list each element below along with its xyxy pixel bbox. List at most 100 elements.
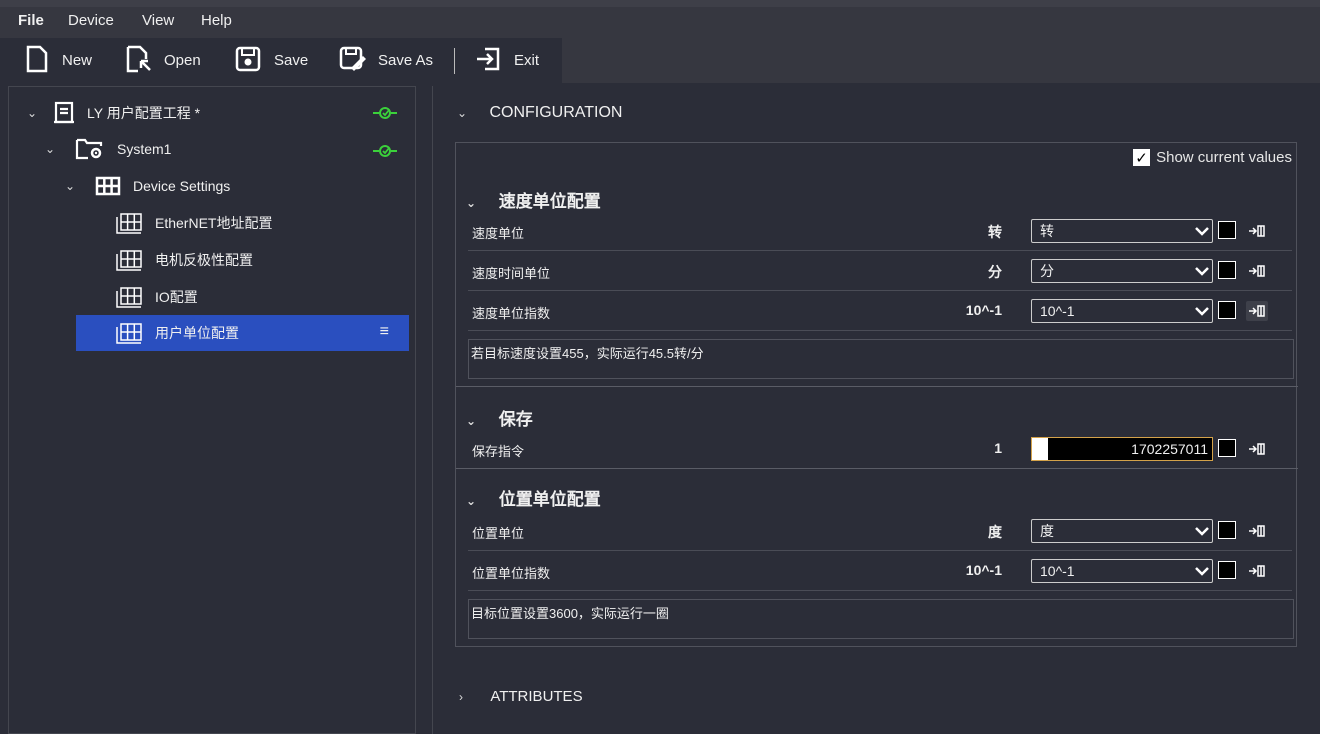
open-file-icon (124, 45, 164, 77)
new-file-icon (24, 45, 62, 77)
param-select[interactable]: 度 (1031, 519, 1213, 543)
write-to-device-icon[interactable] (1246, 261, 1268, 281)
write-to-device-icon[interactable] (1246, 301, 1268, 321)
show-current-values-toggle[interactable]: ✓ Show current values (1133, 149, 1292, 167)
param-row: 速度时间单位 分 分 (468, 251, 1292, 291)
new-button[interactable]: New (24, 38, 92, 83)
title-strip (0, 0, 1320, 7)
param-select-value: 分 (1040, 263, 1054, 279)
chevron-down-icon[interactable]: ⌄ (466, 196, 480, 210)
group-description: 若目标速度设置455，实际运行45.5转/分 (468, 339, 1294, 379)
tree-item-motor-polarity[interactable]: 电机反极性配置 (115, 242, 405, 278)
tree-node-project[interactable]: ⌄ LY 用户配置工程 * (27, 95, 407, 131)
param-select-value: 10^-1 (1040, 303, 1075, 319)
group-title: 保存 (498, 410, 533, 429)
param-label: 位置单位指数 (472, 566, 551, 581)
param-row: 位置单位指数 10^-1 10^-1 (468, 551, 1292, 591)
save-label: Save (274, 52, 309, 69)
menu-device[interactable]: Device (68, 12, 114, 29)
tree-item-label: 用户单位配置 (155, 325, 239, 341)
menu-help[interactable]: Help (201, 12, 232, 29)
param-current-value: 10^-1 (965, 562, 1002, 578)
group-description: 目标位置设置3600，实际运行一圈 (468, 599, 1294, 639)
param-row: 保存指令 1 1702257011 (468, 429, 1292, 469)
configuration-title: CONFIGURATION (489, 104, 623, 121)
param-current-value: 分 (988, 264, 1002, 280)
group-title: 位置单位配置 (498, 490, 601, 509)
param-checkbox[interactable] (1218, 521, 1236, 539)
configuration-panel: ⌄ CONFIGURATION ✓ Show current values ⌄ … (432, 86, 1320, 734)
param-checkbox[interactable] (1218, 439, 1236, 457)
toolbar: New Open Save Save As Exit (0, 38, 562, 83)
menu-view[interactable]: View (142, 12, 174, 29)
chevron-down-icon[interactable]: ⌄ (65, 179, 79, 193)
param-checkbox[interactable] (1218, 301, 1236, 319)
group-title: 速度单位配置 (498, 192, 601, 211)
param-checkbox[interactable] (1218, 561, 1236, 579)
tree-device-settings-label: Device Settings (133, 178, 231, 194)
save-button[interactable]: Save (234, 38, 308, 83)
configuration-heading[interactable]: ⌄ CONFIGURATION (457, 104, 622, 122)
group-speed-units-header[interactable]: ⌄ 速度单位配置 (466, 187, 601, 212)
write-to-device-icon[interactable] (1246, 561, 1268, 581)
chevron-down-icon[interactable]: ⌄ (457, 106, 471, 120)
save-icon (234, 45, 274, 77)
exit-button[interactable]: Exit (474, 38, 539, 83)
group-save-header[interactable]: ⌄ 保存 (466, 405, 533, 430)
chevron-down-icon (1194, 563, 1210, 579)
param-row: 速度单位指数 10^-1 10^-1 (468, 291, 1292, 331)
new-label: New (62, 52, 93, 69)
tree-item-io[interactable]: IO配置 (115, 279, 405, 315)
group-separator (456, 468, 1298, 469)
tree-node-device-settings[interactable]: ⌄ Device Settings (65, 168, 405, 204)
param-current-value: 转 (988, 224, 1002, 240)
group-position-units-header[interactable]: ⌄ 位置单位配置 (466, 485, 601, 510)
configuration-box: ✓ Show current values ⌄ 速度单位配置 速度单位 转 转 … (455, 142, 1298, 647)
attributes-title: ATTRIBUTES (490, 688, 583, 705)
tree-node-system[interactable]: ⌄ System1 (45, 131, 405, 167)
param-checkbox[interactable] (1218, 221, 1236, 239)
attributes-header[interactable]: › ATTRIBUTES (459, 688, 583, 705)
chevron-down-icon[interactable]: ⌄ (27, 106, 41, 120)
write-to-device-icon[interactable] (1246, 439, 1268, 459)
save-as-icon (338, 45, 380, 77)
param-select[interactable]: 10^-1 (1031, 559, 1213, 583)
chevron-right-icon[interactable]: › (459, 690, 473, 704)
param-select[interactable]: 10^-1 (1031, 299, 1213, 323)
chevron-down-icon (1194, 303, 1210, 319)
hamburger-menu-icon[interactable]: ≡ (380, 323, 389, 341)
param-select[interactable]: 转 (1031, 219, 1213, 243)
param-label: 速度单位指数 (472, 306, 551, 321)
write-to-device-icon[interactable] (1246, 221, 1268, 241)
folder-settings-icon (75, 137, 105, 161)
param-row: 位置单位 度 度 (468, 511, 1292, 551)
save-command-input[interactable]: 1702257011 (1031, 437, 1213, 461)
chevron-down-icon[interactable]: ⌄ (45, 142, 59, 156)
write-to-device-icon[interactable] (1246, 521, 1268, 541)
tree-item-label: 电机反极性配置 (155, 252, 253, 268)
show-current-values-checkbox[interactable]: ✓ (1133, 149, 1151, 167)
save-as-button[interactable]: Save As (338, 38, 433, 83)
tree-system-label: System1 (117, 141, 172, 157)
connected-link-icon (373, 141, 397, 164)
save-as-label: Save As (378, 52, 434, 69)
param-checkbox[interactable] (1218, 261, 1236, 279)
grid-table-icon (115, 211, 143, 235)
project-tree-panel: ⌄ LY 用户配置工程 * ⌄ System1 ⌄ Device Setting… (8, 86, 416, 734)
menu-file[interactable]: File (18, 12, 44, 29)
chevron-down-icon (1194, 523, 1210, 539)
open-label: Open (164, 52, 201, 69)
show-current-values-label: Show current values (1156, 149, 1292, 166)
tree-item-label: EtherNET地址配置 (155, 215, 273, 231)
project-icon (53, 101, 75, 125)
exit-label: Exit (514, 52, 540, 69)
tree-item-ethernet[interactable]: EtherNET地址配置 (115, 205, 405, 241)
open-button[interactable]: Open (124, 38, 201, 83)
param-select[interactable]: 分 (1031, 259, 1213, 283)
chevron-down-icon[interactable]: ⌄ (466, 494, 480, 508)
toolbar-separator (454, 48, 455, 74)
param-current-value: 10^-1 (965, 302, 1002, 318)
chevron-down-icon[interactable]: ⌄ (466, 414, 480, 428)
tree-item-user-units[interactable]: 用户单位配置 ≡ (76, 315, 409, 351)
tree-project-label: LY 用户配置工程 * (87, 105, 201, 121)
